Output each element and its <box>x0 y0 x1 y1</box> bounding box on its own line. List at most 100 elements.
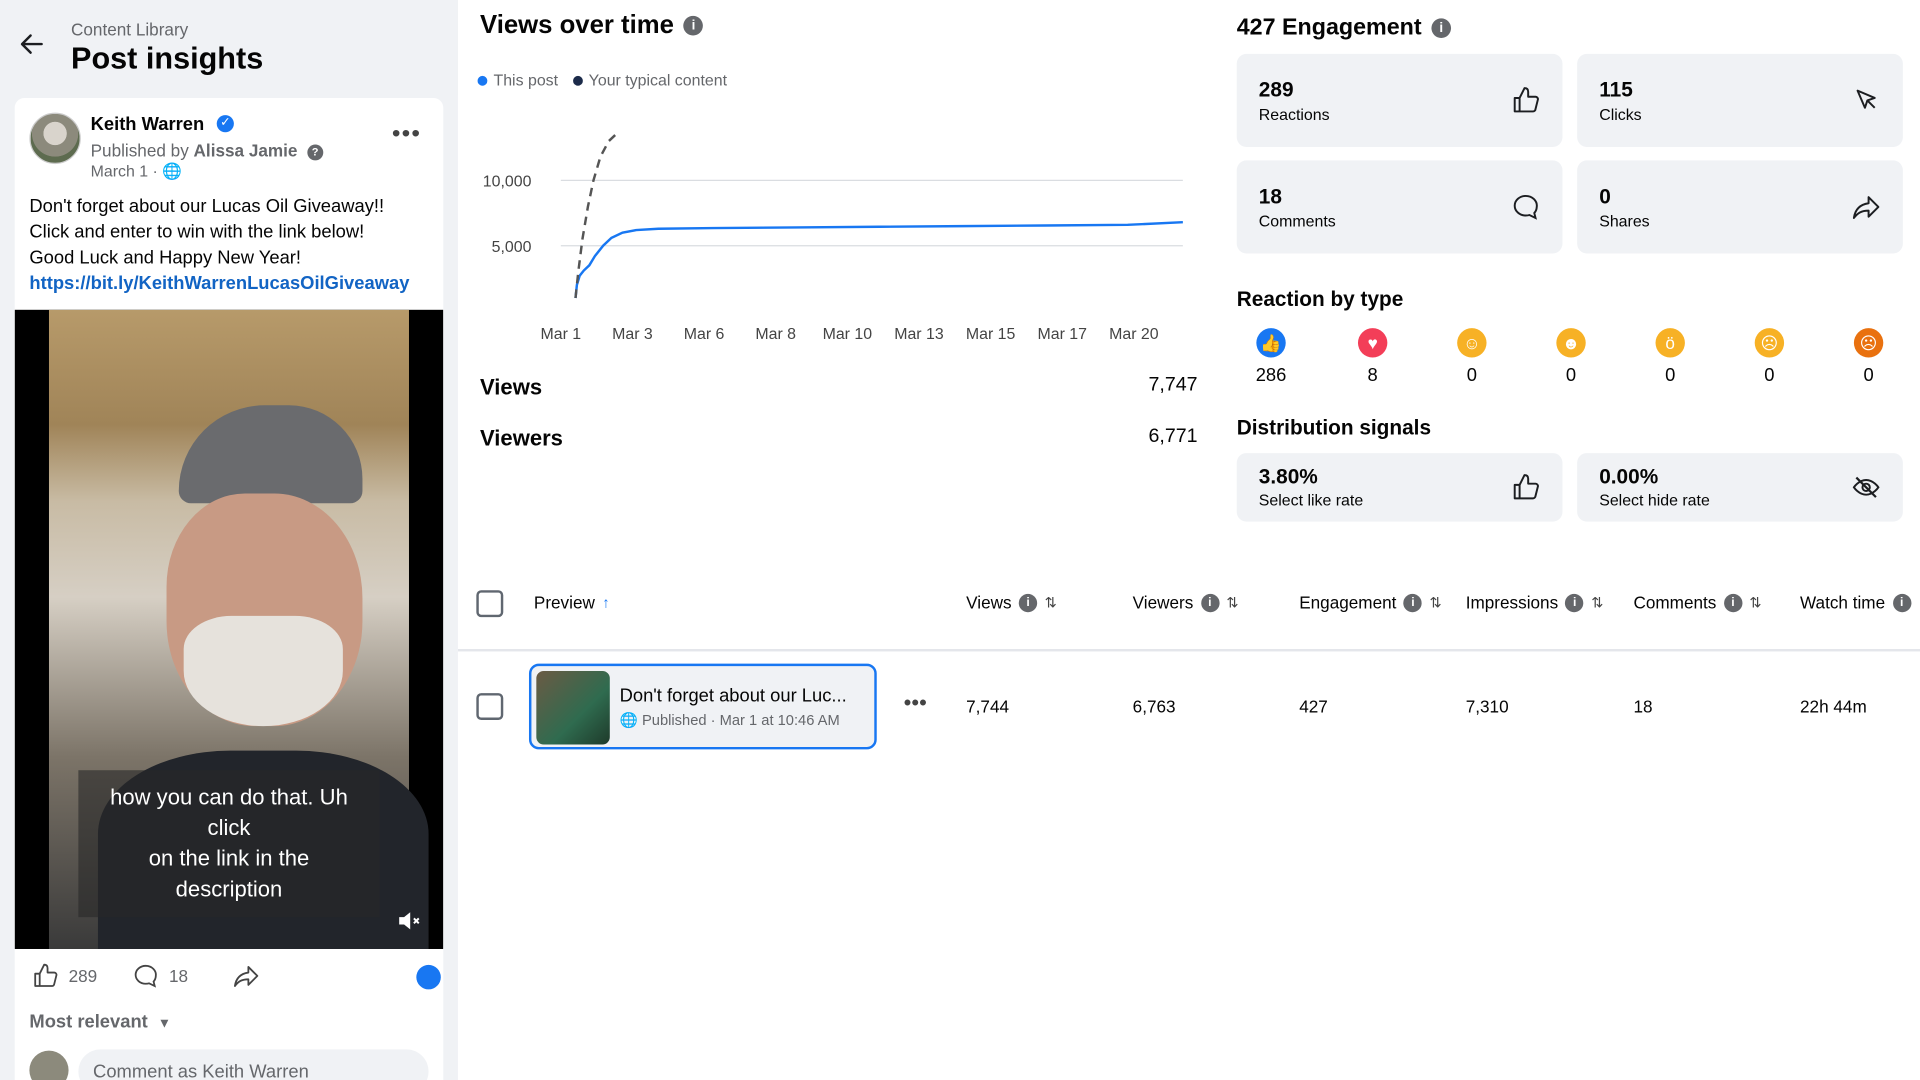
love-icon: ♥ <box>1357 328 1388 358</box>
views-label: Views <box>480 374 543 400</box>
share-action[interactable] <box>233 962 260 989</box>
post-published-date: · Mar 1 at 10:46 AM <box>710 711 840 729</box>
video-subject-cap <box>178 405 363 504</box>
breadcrumb[interactable]: Content Library <box>71 20 188 40</box>
post-link[interactable]: https://bit.ly/KeithWarrenLucasOilGiveaw… <box>29 271 433 297</box>
like-action[interactable]: 289 <box>32 962 97 989</box>
row-more-options-button[interactable]: ••• <box>904 691 927 717</box>
cell-comments: 18 <box>1633 696 1653 717</box>
shares-value: 0 <box>1599 184 1611 209</box>
haha-icon: ☻ <box>1556 328 1586 358</box>
caption-line: click <box>207 815 251 841</box>
reaction-love: ♥ 8 <box>1348 328 1397 386</box>
y-tick-label: 5,000 <box>492 239 532 256</box>
column-label: Impressions <box>1465 592 1559 613</box>
reaction-by-type-title: Reaction by type <box>1236 287 1404 312</box>
reaction-count: 0 <box>1764 364 1775 386</box>
info-icon[interactable]: i <box>1892 593 1911 612</box>
info-icon[interactable]: i <box>1200 593 1220 612</box>
sort-icon[interactable]: ⇅ <box>1749 594 1761 611</box>
reactions-card[interactable]: 289 Reactions <box>1236 53 1563 147</box>
shares-card[interactable]: 0 Shares <box>1577 160 1903 254</box>
legend-label-this-post: This post <box>493 71 559 90</box>
thumbs-up-icon <box>34 963 58 987</box>
column-header-views[interactable]: Views i ⇅ <box>966 593 1057 613</box>
sort-icon[interactable]: ⇅ <box>1226 594 1238 611</box>
column-header-impressions[interactable]: Impressions i ⇅ <box>1466 593 1604 613</box>
info-icon[interactable]: i <box>1565 593 1584 612</box>
post-more-options-button[interactable]: ••• <box>392 120 421 148</box>
reaction-sad: ☹ 0 <box>1745 328 1794 386</box>
this-post-line <box>574 220 1183 299</box>
comment-action[interactable]: 18 <box>132 962 188 989</box>
share-icon <box>234 966 259 987</box>
info-icon[interactable]: i <box>1403 593 1423 612</box>
publisher-name[interactable]: Alissa Jamie <box>194 141 298 161</box>
info-icon[interactable]: i <box>1018 593 1038 612</box>
hide-rate-label: Select hide rate <box>1599 491 1710 510</box>
row-checkbox[interactable] <box>476 693 504 721</box>
page-title: Post insights <box>71 41 264 76</box>
author-avatar[interactable] <box>29 112 81 165</box>
column-label: Watch time <box>1800 592 1886 613</box>
post-preview-title: Don't forget about our Luc... <box>619 685 847 707</box>
comment-input[interactable]: Comment as Keith Warren <box>78 1049 429 1080</box>
care-icon: ☺ <box>1457 328 1487 358</box>
views-line-chart[interactable]: 10,000 5,000 Mar 1 Mar 3 Mar 6 Mar 8 Mar 10 Mar… <box>475 103 1197 348</box>
post-date-text[interactable]: March 1 · <box>91 162 158 180</box>
select-all-checkbox[interactable] <box>476 590 504 618</box>
info-icon[interactable]: i <box>683 16 704 37</box>
cell-watch-time: 22h 44m <box>1800 696 1867 717</box>
thumbs-up-icon <box>1513 87 1539 113</box>
caption-line: description <box>175 876 283 902</box>
views-metric: Views 7,747 <box>480 375 1198 401</box>
info-icon[interactable]: i <box>1723 593 1743 612</box>
column-header-watch-time[interactable]: Watch time i <box>1800 592 1911 613</box>
video-player[interactable]: how you can do that. Uh click on the lin… <box>14 309 444 949</box>
comments-card[interactable]: 18 Comments <box>1236 160 1563 254</box>
column-header-viewers[interactable]: Viewers i ⇅ <box>1133 593 1239 613</box>
column-header-preview[interactable]: Preview ↑ <box>534 593 610 613</box>
angry-icon: ☹ <box>1853 328 1884 358</box>
sort-icon[interactable]: ⇅ <box>1429 594 1441 611</box>
x-tick-label: Mar 8 <box>755 326 796 343</box>
column-header-engagement[interactable]: Engagement i ⇅ <box>1299 593 1442 613</box>
viewers-label: Viewers <box>480 426 563 451</box>
comment-sort-dropdown[interactable]: Most relevant ▼ <box>29 1011 171 1032</box>
mute-icon[interactable] <box>397 910 421 932</box>
insights-table: Preview ↑ Views i ⇅ Viewers i ⇅ Engagement… <box>457 560 1920 1080</box>
chevron-down-icon: ▼ <box>157 1016 172 1032</box>
distribution-signals-title: Distribution signals <box>1236 416 1432 440</box>
help-icon[interactable]: ? <box>307 144 324 161</box>
post-preview-card[interactable]: Don't forget about our Luc... 🌐 Publishe… <box>528 663 877 750</box>
column-header-comments[interactable]: Comments i ⇅ <box>1633 593 1761 613</box>
reaction-count: 0 <box>1863 364 1874 386</box>
info-icon[interactable]: i <box>1431 18 1452 38</box>
reaction-wow: ö 0 <box>1646 328 1695 386</box>
header-divider <box>457 648 1920 652</box>
back-arrow-icon[interactable] <box>17 29 46 58</box>
reactions-value: 289 <box>1258 78 1294 102</box>
reaction-count: 286 <box>1255 364 1287 386</box>
comment-icon <box>134 964 157 988</box>
column-label: Preview <box>533 592 595 613</box>
sort-icon[interactable]: ⇅ <box>1045 594 1057 611</box>
post-preview-column: Content Library Post insights Keith Warr… <box>0 0 458 1080</box>
clicks-card[interactable]: 115 Clicks <box>1577 53 1903 147</box>
published-by: Published by Alissa Jamie ? <box>91 141 324 161</box>
post-card: Keith Warren ✓ Published by Alissa Jamie… <box>14 97 444 1080</box>
column-label: Views <box>966 592 1012 613</box>
hide-rate-value: 0.00% <box>1599 465 1659 489</box>
author-name[interactable]: Keith Warren <box>91 114 205 135</box>
views-panel-title-text: Views over time <box>480 11 674 40</box>
sort-icon[interactable]: ⇅ <box>1591 594 1603 611</box>
post-text-line: Don't forget about our Lucas Oil Giveawa… <box>29 195 385 217</box>
like-count: 289 <box>68 966 98 986</box>
commenter-avatar <box>29 1050 69 1080</box>
x-tick-label: Mar 3 <box>612 326 653 343</box>
comment-count: 18 <box>168 966 189 986</box>
reaction-count: 0 <box>1565 364 1577 386</box>
reaction-count: 8 <box>1367 364 1378 386</box>
like-rate-card: 3.80% Select like rate <box>1236 453 1563 522</box>
shares-label: Shares <box>1599 211 1650 231</box>
